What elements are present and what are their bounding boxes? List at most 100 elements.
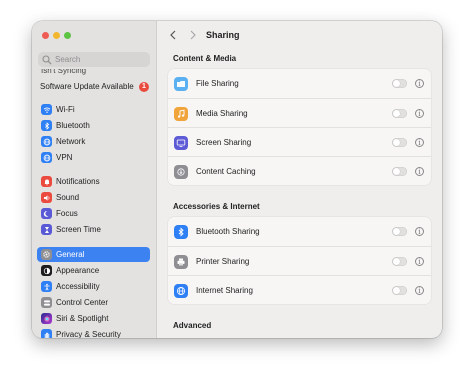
sidebar-item-sound[interactable]: Sound [37, 190, 150, 205]
sidebar-item-label: Focus [56, 209, 78, 218]
sidebar-item-bluetooth[interactable]: Bluetooth [37, 118, 150, 133]
sidebar-item-label: Accessibility [56, 282, 100, 291]
internet-sharing-toggle[interactable] [392, 286, 407, 295]
sidebar-item-label: Notifications [56, 177, 100, 186]
sidebar-item-privacy-security[interactable]: Privacy & Security [37, 327, 150, 338]
siri-icon [41, 313, 52, 324]
music-icon [174, 106, 188, 121]
bluetooth-icon [174, 224, 188, 239]
row-label: Screen Sharing [196, 138, 252, 147]
sidebar-item-general[interactable]: General [37, 247, 150, 262]
internet-sharing-info-button[interactable]: i [415, 286, 424, 295]
bluetooth-icon [41, 120, 52, 131]
sidebar-item-label: Network [56, 137, 86, 146]
sidebar-item-label: Bluetooth [56, 121, 90, 130]
software-update-label: Software Update Available [40, 82, 134, 91]
row-label: Internet Sharing [196, 286, 253, 295]
appearance-icon [41, 265, 52, 276]
vpn-globe-icon [41, 152, 52, 163]
sidebar-item-label: Appearance [56, 266, 100, 275]
toolbar: Sharing [157, 21, 442, 49]
sidebar-item-notifications[interactable]: Notifications [37, 174, 150, 189]
sidebar-item-software-update[interactable]: Software Update Available 1 [40, 79, 153, 94]
printer-sharing-toggle[interactable] [392, 257, 407, 266]
accessories-internet-group: Bluetooth Sharing i Printer Sharing i In… [168, 217, 431, 304]
row-label: Content Caching [196, 167, 256, 176]
chevron-left-icon [170, 30, 176, 40]
content-caching-toggle[interactable] [392, 167, 407, 176]
media-sharing-toggle[interactable] [392, 109, 407, 118]
sidebar-item-accessibility[interactable]: Accessibility [37, 279, 150, 294]
sidebar-item-focus[interactable]: Focus [37, 206, 150, 221]
screen-icon [174, 135, 188, 150]
screen-sharing-toggle[interactable] [392, 138, 407, 147]
globe-icon [41, 136, 52, 147]
sidebar-item-vpn[interactable]: VPN [37, 150, 150, 165]
printer-sharing-info-button[interactable]: i [415, 257, 424, 266]
hand-icon [41, 329, 52, 338]
accessibility-icon [41, 281, 52, 292]
chevron-right-icon [190, 30, 196, 40]
screen-sharing-info-button[interactable]: i [415, 138, 424, 147]
close-button[interactable] [42, 32, 49, 39]
sidebar-item-screen-time[interactable]: Screen Time [37, 222, 150, 237]
system-settings-window: Search Isn't Syncing Software Update Ava… [32, 21, 442, 338]
file-sharing-toggle[interactable] [392, 79, 407, 88]
row-printer-sharing: Printer Sharing i [168, 246, 431, 276]
sidebar-item-cut-off: Isn't Syncing [41, 69, 87, 75]
bluetooth-sharing-toggle[interactable] [392, 227, 407, 236]
search-icon [42, 54, 52, 64]
minimize-button[interactable] [53, 32, 60, 39]
hourglass-icon [41, 224, 52, 235]
search-placeholder: Search [55, 55, 81, 64]
row-file-sharing: File Sharing i [168, 69, 431, 98]
row-label: Printer Sharing [196, 257, 250, 266]
row-bluetooth-sharing: Bluetooth Sharing i [168, 217, 431, 246]
globe-icon [174, 283, 188, 298]
main-pane: Sharing Content & Media File Sharing i M… [157, 21, 442, 338]
gear-icon [41, 249, 52, 260]
speaker-icon [41, 192, 52, 203]
sidebar-item-label: Control Center [56, 298, 109, 307]
window-controls [42, 32, 71, 39]
zoom-button[interactable] [64, 32, 71, 39]
sidebar-item-control-center[interactable]: Control Center [37, 295, 150, 310]
sidebar-item-appearance[interactable]: Appearance [37, 263, 150, 278]
forward-button[interactable] [187, 29, 199, 41]
control-center-icon [41, 297, 52, 308]
section-title-content-media: Content & Media [173, 54, 237, 63]
sidebar-item-label: Siri & Spotlight [56, 314, 109, 323]
bell-icon [41, 176, 52, 187]
caching-icon [174, 164, 188, 179]
media-sharing-info-button[interactable]: i [415, 109, 424, 118]
sidebar-item-label: VPN [56, 153, 73, 162]
update-badge: 1 [139, 81, 149, 92]
file-sharing-info-button[interactable]: i [415, 79, 424, 88]
wifi-icon [41, 104, 52, 115]
section-title-advanced: Advanced [173, 321, 212, 330]
search-input[interactable]: Search [38, 52, 150, 67]
row-label: Media Sharing [196, 109, 248, 118]
sidebar-item-label: Screen Time [56, 225, 101, 234]
printer-icon [174, 254, 188, 269]
bluetooth-sharing-info-button[interactable]: i [415, 227, 424, 236]
sidebar-item-label: Sound [56, 193, 80, 202]
sidebar-item-network[interactable]: Network [37, 134, 150, 149]
content-caching-info-button[interactable]: i [415, 167, 424, 176]
row-content-caching: Content Caching i [168, 156, 431, 186]
sidebar-item-siri-spotlight[interactable]: Siri & Spotlight [37, 311, 150, 326]
section-title-accessories-internet: Accessories & Internet [173, 202, 260, 211]
row-screen-sharing: Screen Sharing i [168, 127, 431, 157]
back-button[interactable] [167, 29, 179, 41]
sidebar-item-label: Wi-Fi [56, 105, 75, 114]
folder-icon [174, 76, 188, 91]
moon-icon [41, 208, 52, 219]
row-internet-sharing: Internet Sharing i [168, 275, 431, 305]
row-label: File Sharing [196, 79, 239, 88]
sidebar-item-label: General [56, 250, 85, 259]
page-title: Sharing [206, 30, 240, 40]
sidebar-item-wifi[interactable]: Wi-Fi [37, 102, 150, 117]
row-media-sharing: Media Sharing i [168, 98, 431, 128]
sidebar-list: Isn't Syncing Software Update Available … [32, 67, 156, 338]
sidebar: Search Isn't Syncing Software Update Ava… [32, 21, 157, 338]
